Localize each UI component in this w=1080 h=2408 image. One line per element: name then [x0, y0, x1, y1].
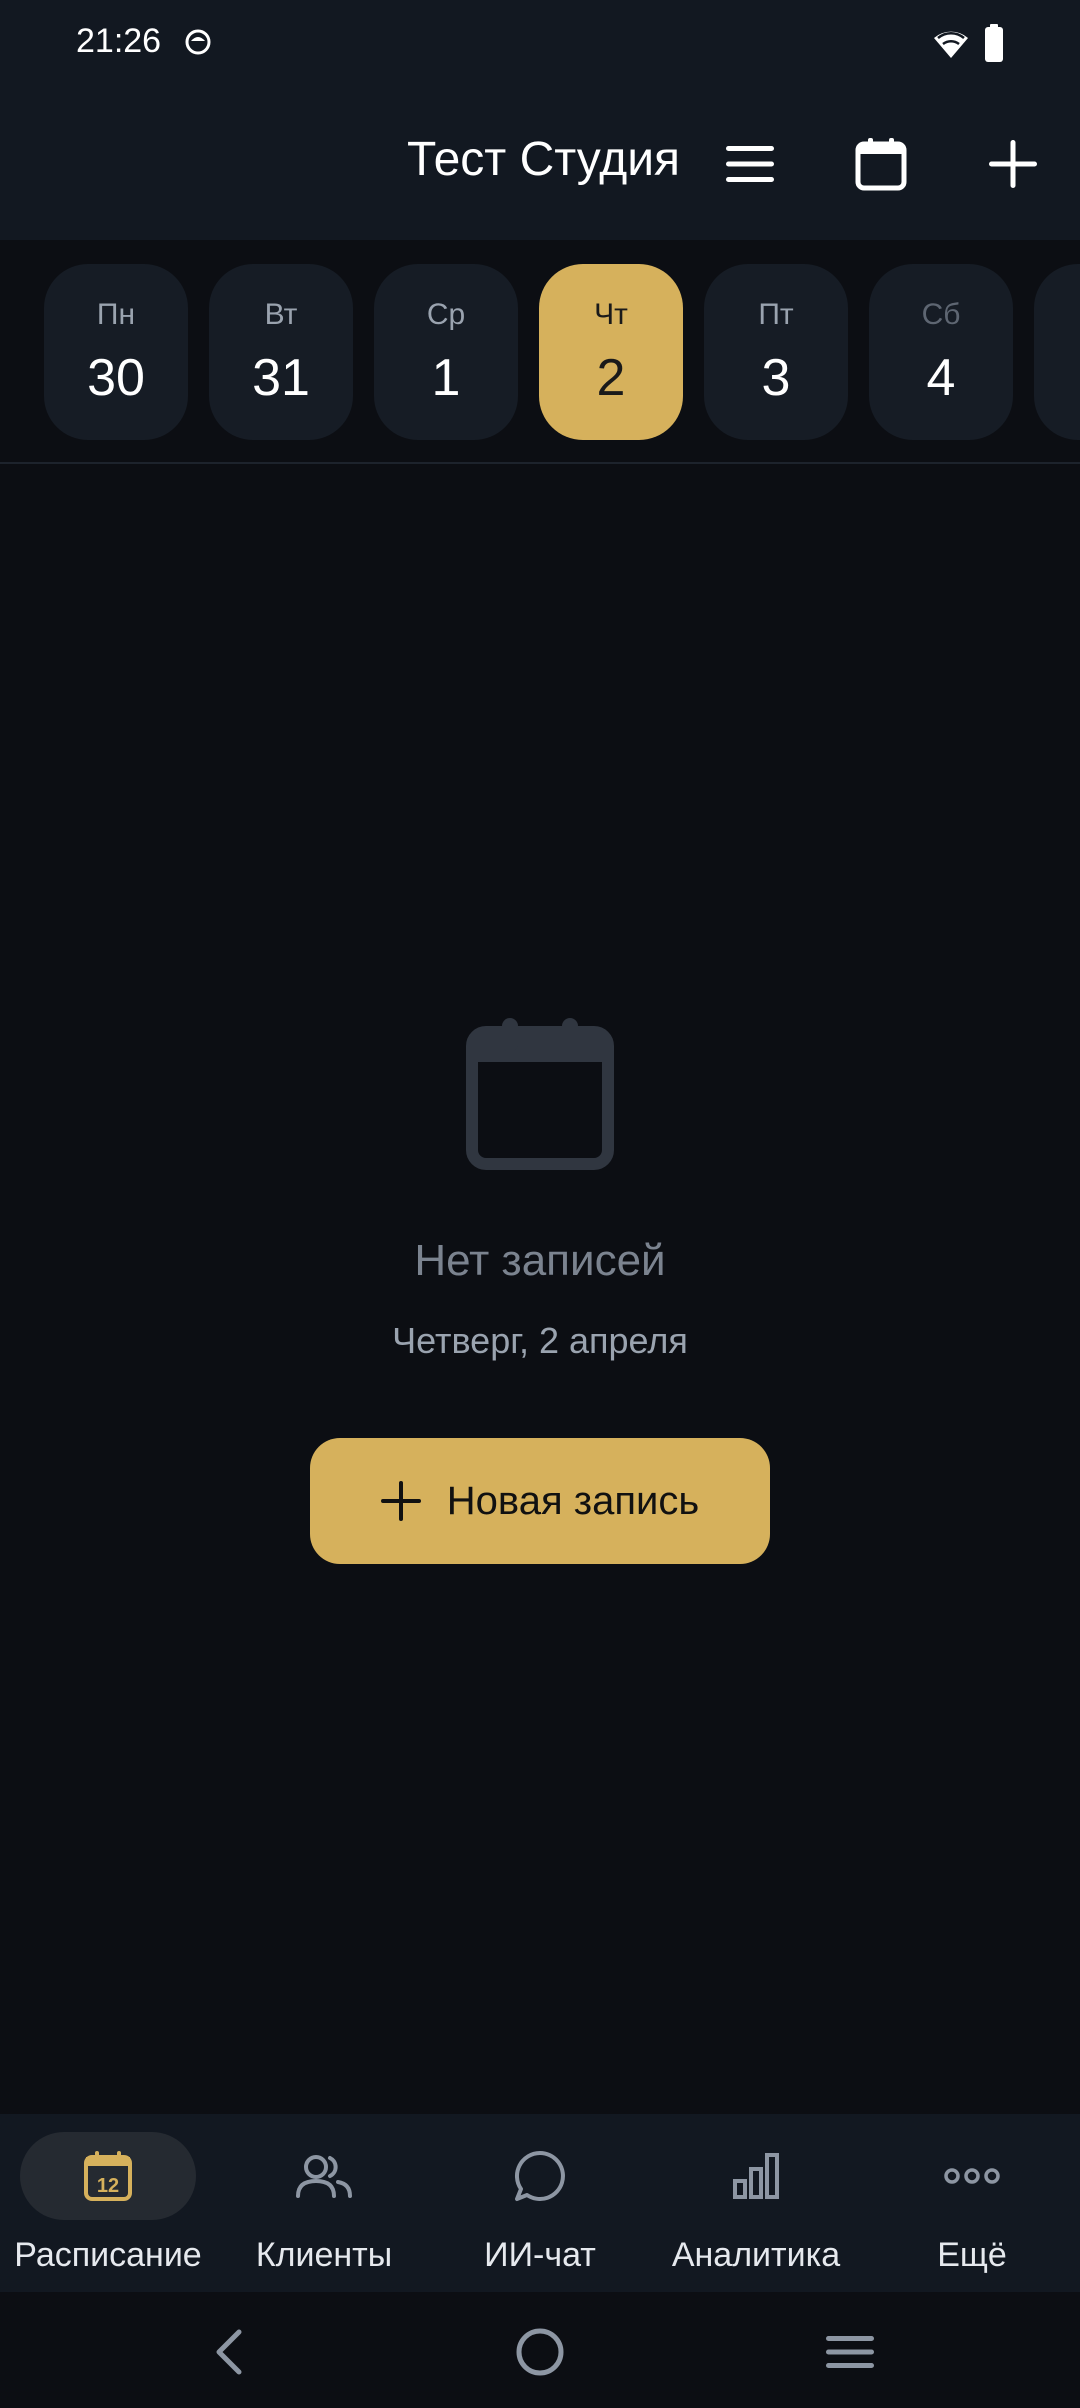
nav-label: Расписание: [14, 2236, 202, 2274]
back-button[interactable]: [198, 2322, 258, 2382]
nav-item-more[interactable]: Ещё: [864, 2114, 1080, 2292]
status-time: 21:26: [76, 22, 162, 60]
new-entry-button[interactable]: Новая запись: [310, 1438, 770, 1564]
calendar-button[interactable]: [843, 126, 919, 202]
week-strip: Пн 30 Вт 31 Ср 1 Чт 2 Пт 3 Сб 4: [0, 240, 1080, 464]
nav-label: Клиенты: [255, 2236, 393, 2274]
app-notification-icon: [185, 29, 211, 55]
system-nav-bar: [0, 2292, 1080, 2408]
selected-date-label: Четверг, 2 апреля: [392, 1320, 688, 1361]
day-card[interactable]: Пт 3: [704, 264, 848, 440]
more-dots-icon: [944, 2168, 1000, 2184]
battery-icon: [985, 24, 1003, 62]
nav-label: Ещё: [937, 2236, 1007, 2274]
chat-bubble-icon: [515, 2150, 565, 2201]
nav-item-schedule[interactable]: 12 Расписание: [0, 2114, 216, 2292]
day-number: 30: [87, 349, 145, 407]
day-card-partial[interactable]: [1034, 264, 1080, 440]
home-icon: [516, 2328, 564, 2376]
nav-icon-pill: [668, 2132, 844, 2220]
day-number: 1: [431, 349, 461, 407]
day-weekday: Сб: [921, 298, 961, 331]
studio-title[interactable]: Тест Студия: [407, 132, 680, 187]
users-icon: [296, 2155, 352, 2198]
empty-calendar-icon: [466, 1018, 614, 1170]
schedule-screen: 21:26 Тест Студия Пн 30 Вт 31 Ср 1 Чт 2 …: [0, 0, 1080, 2408]
bar-chart-icon: [733, 2153, 779, 2199]
wifi-icon: [934, 31, 968, 58]
day-number: 31: [252, 349, 310, 407]
nav-icon-pill: [452, 2132, 628, 2220]
recents-button[interactable]: [820, 2322, 880, 2382]
status-bar: 21:26: [0, 0, 1080, 88]
day-card-selected[interactable]: Чт 2: [539, 264, 683, 440]
nav-icon-pill: [236, 2132, 412, 2220]
add-button[interactable]: [975, 126, 1051, 202]
day-card[interactable]: Сб 4: [869, 264, 1013, 440]
home-button[interactable]: [510, 2322, 570, 2382]
menu-icon: [726, 146, 774, 182]
plus-icon: [989, 140, 1037, 188]
day-weekday: Пт: [758, 298, 794, 331]
day-card[interactable]: Ср 1: [374, 264, 518, 440]
new-entry-label: Новая запись: [446, 1478, 700, 1523]
nav-item-clients[interactable]: Клиенты: [216, 2114, 432, 2292]
nav-item-ai-chat[interactable]: ИИ-чат: [432, 2114, 648, 2292]
day-number: 4: [926, 349, 956, 407]
calendar-icon: [855, 138, 907, 191]
day-number: 2: [596, 349, 626, 407]
nav-label: ИИ-чат: [484, 2236, 596, 2274]
back-icon: [216, 2329, 242, 2375]
nav-icon-pill: 12: [20, 2132, 196, 2220]
app-header: Тест Студия: [0, 88, 1080, 240]
empty-title: Нет записей: [414, 1236, 666, 1285]
plus-icon: [380, 1481, 421, 1521]
menu-button[interactable]: [712, 126, 788, 202]
bottom-nav: 12 Расписание Клиенты ИИ-чат Аналитика Е…: [0, 2114, 1080, 2292]
nav-icon-pill: [884, 2132, 1060, 2220]
day-weekday: Ср: [426, 298, 466, 331]
calendar-badge-number: 12: [97, 2175, 119, 2197]
day-number: 3: [761, 349, 791, 407]
nav-item-analytics[interactable]: Аналитика: [648, 2114, 864, 2292]
nav-label: Аналитика: [671, 2236, 841, 2274]
day-card[interactable]: Вт 31: [209, 264, 353, 440]
recents-icon: [826, 2336, 874, 2368]
calendar-12-icon: 12: [84, 2151, 132, 2201]
day-card[interactable]: Пн 30: [44, 264, 188, 440]
day-weekday: Вт: [264, 298, 298, 331]
day-weekday: Пн: [96, 298, 136, 331]
day-weekday: Чт: [594, 298, 628, 331]
